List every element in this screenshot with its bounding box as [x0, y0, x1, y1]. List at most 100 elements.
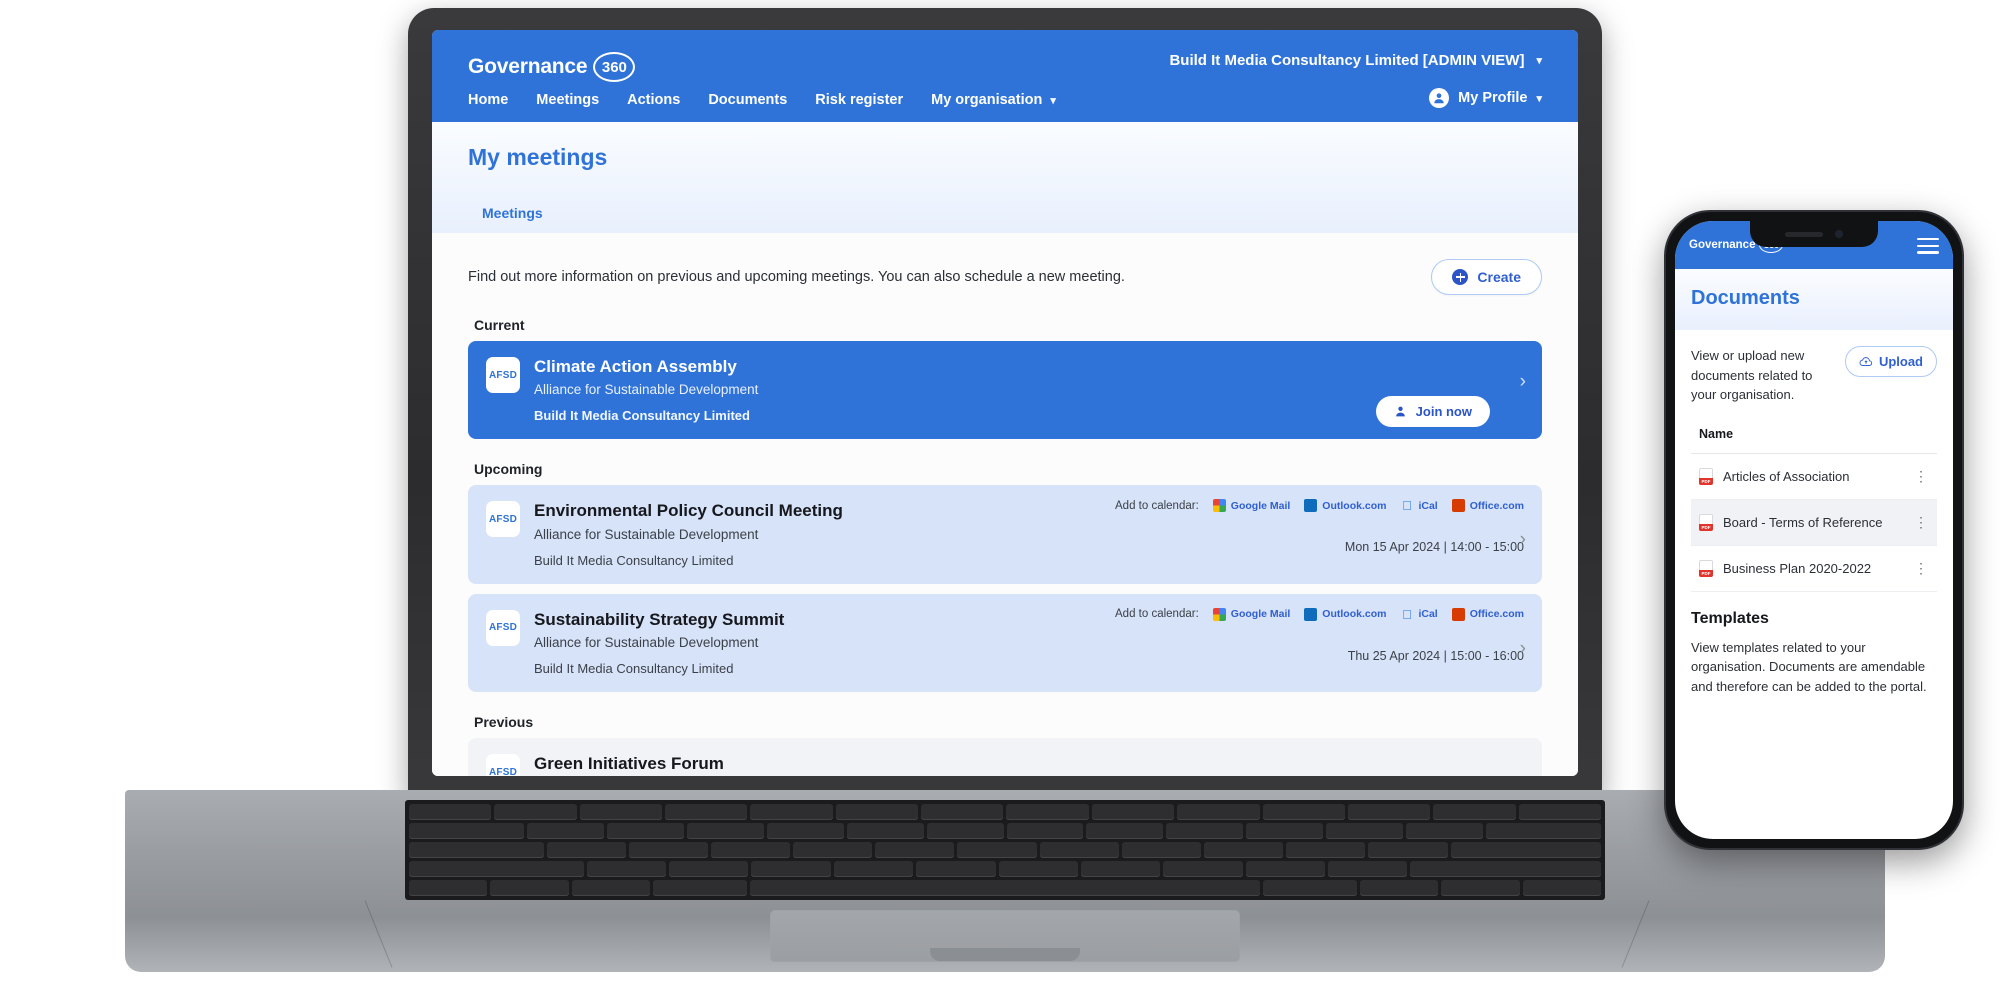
- brand-logo[interactable]: Governance 360: [468, 52, 636, 82]
- brand-badge-icon: 360: [593, 52, 636, 82]
- row-menu-icon[interactable]: ⋮: [1914, 561, 1929, 575]
- chevron-right-icon[interactable]: ›: [1520, 371, 1526, 393]
- user-icon: [1395, 407, 1405, 417]
- laptop-lid: Governance 360 Build It Media Consultanc…: [408, 8, 1602, 798]
- templates-description: View templates related to your organisat…: [1691, 639, 1927, 694]
- add-to-calendar-row: Add to calendar: Google Mail Outlook.com: [1115, 499, 1524, 513]
- key: [409, 823, 525, 839]
- key: [1086, 823, 1164, 839]
- spacebar-key: [750, 880, 1260, 896]
- meeting-meta: Add to calendar: Google Mail Outlook.com: [1115, 607, 1524, 663]
- key: [409, 804, 492, 820]
- nav-item-meetings[interactable]: Meetings: [536, 92, 599, 108]
- create-button[interactable]: Create: [1431, 259, 1542, 295]
- keyboard-row: [409, 823, 1601, 839]
- chevron-right-icon[interactable]: ›: [1520, 529, 1526, 551]
- org-switcher[interactable]: Build It Media Consultancy Limited [ADMI…: [1169, 52, 1542, 69]
- brand-wordmark: Governance: [1689, 239, 1756, 251]
- screenshot-stage: Governance 360 Build It Media Consultanc…: [0, 0, 2000, 1000]
- calendar-option-google[interactable]: Google Mail: [1212, 607, 1290, 621]
- calendar-option-label: Office.com: [1469, 608, 1524, 621]
- calendar-option-google[interactable]: Google Mail: [1212, 499, 1290, 513]
- key: [766, 823, 844, 839]
- calendar-option-office[interactable]: Office.com: [1451, 499, 1524, 513]
- org-logo-icon: AFSD: [486, 754, 520, 776]
- nav-label: Home: [468, 92, 509, 108]
- nav-item-documents[interactable]: Documents: [708, 92, 787, 108]
- calendar-option-outlook[interactable]: Outlook.com: [1304, 607, 1386, 621]
- page-header: My meetings Meetings: [432, 122, 1578, 233]
- calendar-option-label: iCal: [1418, 608, 1438, 621]
- key: [1177, 804, 1260, 820]
- document-name: Board - Terms of Reference: [1723, 514, 1883, 530]
- page-content: Find out more information on previous an…: [432, 233, 1578, 776]
- meeting-card-upcoming-2[interactable]: AFSD Sustainability Strategy Summit Alli…: [468, 593, 1542, 693]
- chevron-down-icon: ▾: [1050, 94, 1056, 107]
- section-label-current: Current: [474, 317, 525, 333]
- calendar-option-outlook[interactable]: Outlook.com: [1304, 499, 1386, 513]
- upload-button[interactable]: Upload: [1844, 346, 1937, 377]
- laptop-device: Governance 360 Build It Media Consultanc…: [125, 8, 1885, 972]
- tab-meetings[interactable]: Meetings: [468, 195, 557, 233]
- deck-notch: [930, 948, 1080, 961]
- org-logo-icon: AFSD: [486, 357, 520, 393]
- key: [710, 842, 791, 858]
- chevron-right-icon[interactable]: ›: [1520, 638, 1526, 660]
- meeting-company: Build It Media Consultancy Limited: [534, 408, 750, 424]
- key: [1433, 804, 1516, 820]
- meeting-company: Build It Media Consultancy Limited: [534, 552, 734, 568]
- apple-ical-icon: : [1400, 608, 1413, 621]
- documents-table: Name Articles of Association ⋮ Board - T…: [1691, 427, 1937, 592]
- meeting-card-upcoming-1[interactable]: AFSD Environmental Policy Council Meetin…: [468, 485, 1542, 584]
- profile-menu[interactable]: My Profile ▾: [1429, 88, 1542, 108]
- meeting-org: Alliance for Sustainable Development: [534, 382, 759, 398]
- keyboard-row: [409, 880, 1601, 896]
- add-to-calendar-row: Add to calendar: Google Mail Outlook.com: [1115, 607, 1524, 621]
- key: [571, 880, 651, 896]
- calendar-option-ical[interactable]:  iCal: [1400, 499, 1438, 512]
- join-now-label: Join now: [1415, 404, 1472, 420]
- key: [1518, 804, 1601, 820]
- meeting-card-previous-1[interactable]: AFSD Green Initiatives Forum Alliance fo…: [468, 738, 1542, 776]
- nav-item-my-organisation[interactable]: My organisation ▾: [931, 92, 1056, 108]
- calendar-option-office[interactable]: Office.com: [1451, 607, 1524, 621]
- keyboard-row: [409, 842, 1601, 858]
- key: [750, 804, 833, 820]
- calendar-option-ical[interactable]:  iCal: [1400, 608, 1438, 621]
- column-header-name: Name: [1691, 427, 1937, 454]
- key: [579, 804, 663, 820]
- google-mail-icon: [1212, 499, 1226, 513]
- brand-wordmark: Governance: [468, 55, 588, 78]
- meeting-meta: Add to calendar: Google Mail Outlook.com: [1115, 499, 1524, 554]
- org-switcher-label: Build It Media Consultancy Limited [ADMI…: [1169, 52, 1525, 69]
- nav-item-risk-register[interactable]: Risk register: [815, 92, 903, 108]
- phone-device: Governance 360 Documents View or upload …: [1664, 210, 1964, 850]
- chevron-right-icon[interactable]: ›: [1520, 774, 1526, 776]
- row-menu-icon[interactable]: ⋮: [1914, 515, 1929, 529]
- key: [1245, 861, 1326, 877]
- nav-item-actions[interactable]: Actions: [627, 92, 680, 108]
- join-now-button[interactable]: Join now: [1375, 396, 1490, 428]
- document-row[interactable]: Articles of Association ⋮: [1691, 454, 1937, 500]
- row-menu-icon[interactable]: ⋮: [1914, 469, 1929, 483]
- meeting-title: Environmental Policy Council Meeting: [534, 501, 843, 521]
- pdf-file-icon: [1699, 467, 1713, 485]
- key: [921, 804, 1004, 820]
- meeting-card-current[interactable]: AFSD Climate Action Assembly Alliance fo…: [468, 341, 1542, 440]
- document-row[interactable]: Business Plan 2020-2022 ⋮: [1691, 546, 1937, 592]
- hamburger-menu-icon[interactable]: [1917, 238, 1939, 258]
- org-logo-icon: AFSD: [486, 609, 520, 646]
- key: [926, 823, 1004, 839]
- main-nav: Home Meetings Actions Documents Risk reg…: [468, 92, 1056, 108]
- key: [1006, 823, 1084, 839]
- nav-item-home[interactable]: Home: [468, 92, 508, 108]
- key: [494, 804, 577, 820]
- key: [1163, 861, 1243, 877]
- user-avatar-icon: [1429, 88, 1450, 108]
- nav-label: Risk register: [815, 92, 904, 108]
- document-row[interactable]: Board - Terms of Reference ⋮: [1691, 499, 1937, 546]
- google-mail-icon: [1212, 607, 1226, 621]
- meeting-title: Green Initiatives Forum: [534, 754, 724, 774]
- key: [1368, 842, 1448, 858]
- templates-title: Templates: [1691, 609, 1769, 627]
